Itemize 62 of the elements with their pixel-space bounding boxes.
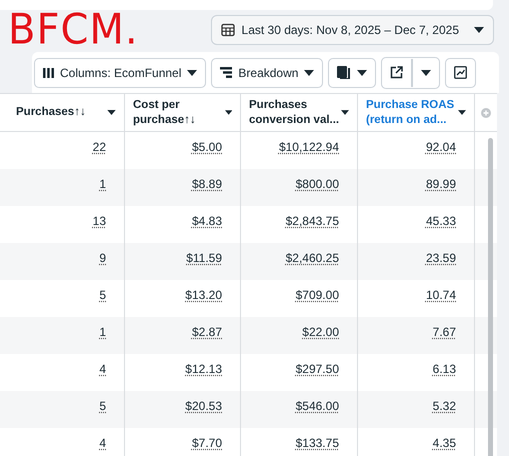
caret-icon	[474, 27, 484, 33]
breakdown-button[interactable]: Breakdown	[211, 58, 324, 88]
table-cell: 5.32	[432, 399, 456, 414]
table-cell: $546.00	[296, 399, 339, 414]
table-cell: $2.87	[192, 325, 222, 340]
table-cell: 89.99	[426, 177, 456, 192]
table-cell: $8.89	[192, 177, 222, 192]
calendar-icon	[220, 23, 235, 37]
reports-button[interactable]	[328, 58, 376, 88]
table-cell: $4.83	[192, 214, 222, 229]
table-cell: 6.13	[432, 362, 456, 377]
table-cell: $12.13	[185, 362, 222, 377]
caret-icon	[421, 70, 432, 76]
table-cell: $11.59	[186, 251, 222, 266]
table-cell: 23.59	[426, 251, 456, 266]
table-cell: 9	[99, 251, 106, 266]
table-cell: $13.20	[185, 288, 222, 303]
handwritten-note: BFCM.	[8, 4, 139, 56]
table-cell: $133.75	[296, 436, 339, 451]
column-header[interactable]: Purchases conversion val...	[241, 94, 358, 131]
chart-icon	[454, 66, 468, 79]
table-cell: 4	[99, 436, 106, 451]
column-header[interactable]: Purchase ROAS (return on ad...	[358, 94, 475, 131]
table-cell: 45.33	[426, 214, 456, 229]
caret-icon	[224, 110, 232, 115]
table-cell: $297.50	[296, 362, 339, 377]
chart-button[interactable]	[445, 58, 476, 88]
caret-icon	[107, 110, 116, 115]
columns-icon	[43, 68, 54, 78]
table-cell: 22	[92, 140, 106, 155]
table-cell: 13	[92, 214, 106, 229]
caret-icon	[357, 70, 368, 76]
table-cell: 1	[99, 177, 106, 192]
caret-icon	[458, 110, 466, 115]
table-cell: $22.00	[302, 325, 339, 340]
caret-icon	[187, 70, 198, 76]
table-cell: $800.00	[296, 177, 339, 192]
table-cell: 10.74	[426, 288, 456, 303]
table-cell: 5	[99, 288, 106, 303]
table-cell: 5	[99, 399, 106, 414]
table-cell: 4	[99, 362, 106, 377]
date-range-button[interactable]: Last 30 days: Nov 8, 2025 – Dec 7, 2025	[210, 15, 494, 45]
caret-icon	[341, 110, 349, 115]
table-cell: 1	[99, 325, 106, 340]
table-cell: $2,843.75	[286, 214, 339, 229]
table-cell: $10,122.94	[278, 140, 339, 155]
caret-icon	[304, 70, 314, 76]
column-header[interactable]: Cost per purchase↑↓	[125, 94, 241, 131]
table-cell: $709.00	[296, 288, 339, 303]
breakdown-icon	[220, 67, 232, 78]
table-cell: 4.35	[432, 436, 456, 451]
table-cell: 92.04	[426, 140, 456, 155]
table-cell: $20.53	[185, 399, 222, 414]
table-cell: $5.00	[192, 140, 222, 155]
columns-button[interactable]: Columns: EcomFunnel	[34, 58, 206, 88]
table-cell: $2,460.25	[286, 251, 339, 266]
column-header[interactable]: Purchases↑↓	[0, 94, 125, 131]
table-cell: $7.70	[192, 436, 222, 451]
table-cell: 7.67	[432, 325, 456, 340]
scrollbar[interactable]	[488, 138, 493, 456]
documents-icon	[337, 66, 352, 79]
export-icon	[390, 66, 404, 79]
